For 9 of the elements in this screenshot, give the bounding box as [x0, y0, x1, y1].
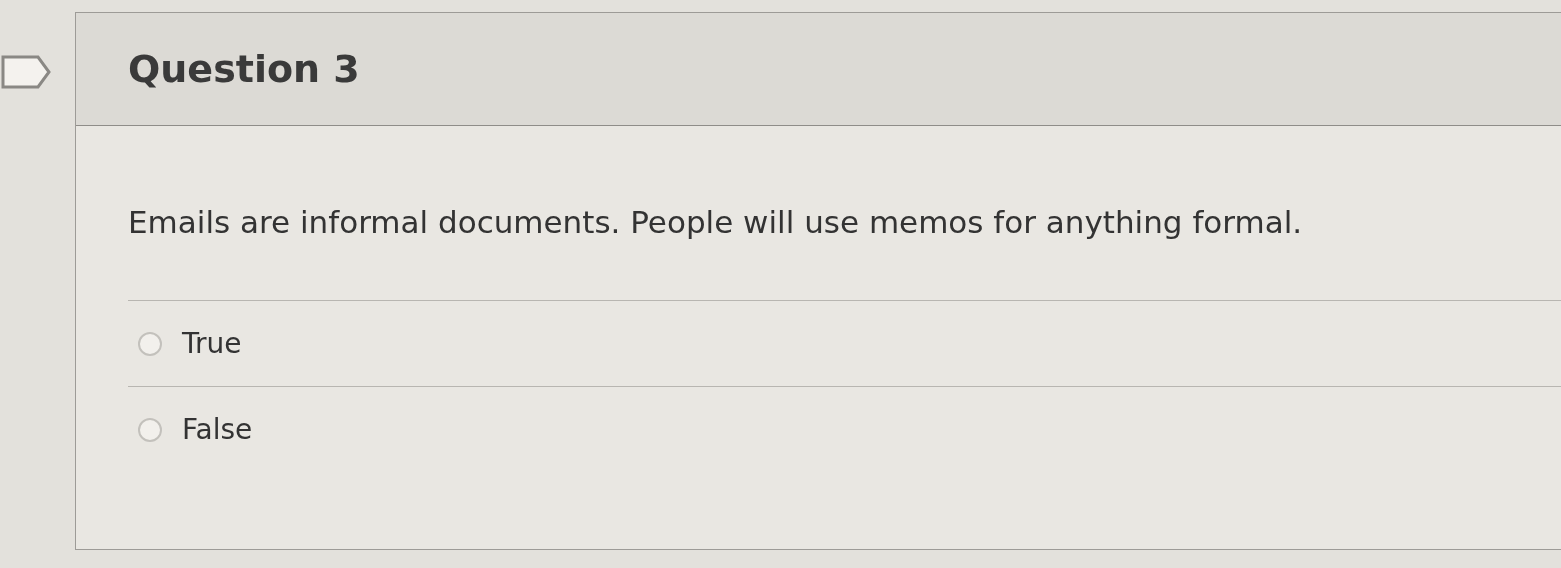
answer-option[interactable]: True	[128, 300, 1561, 386]
radio-button[interactable]	[138, 331, 162, 356]
flag-icon[interactable]	[0, 54, 52, 90]
option-label: True	[182, 327, 242, 360]
answer-option[interactable]: False	[128, 386, 1561, 472]
question-title: Question 3	[128, 47, 360, 91]
radio-button[interactable]	[138, 417, 162, 442]
question-text: Emails are informal documents. People will use memos for anything formal.	[128, 204, 1304, 240]
option-label: False	[182, 413, 253, 446]
